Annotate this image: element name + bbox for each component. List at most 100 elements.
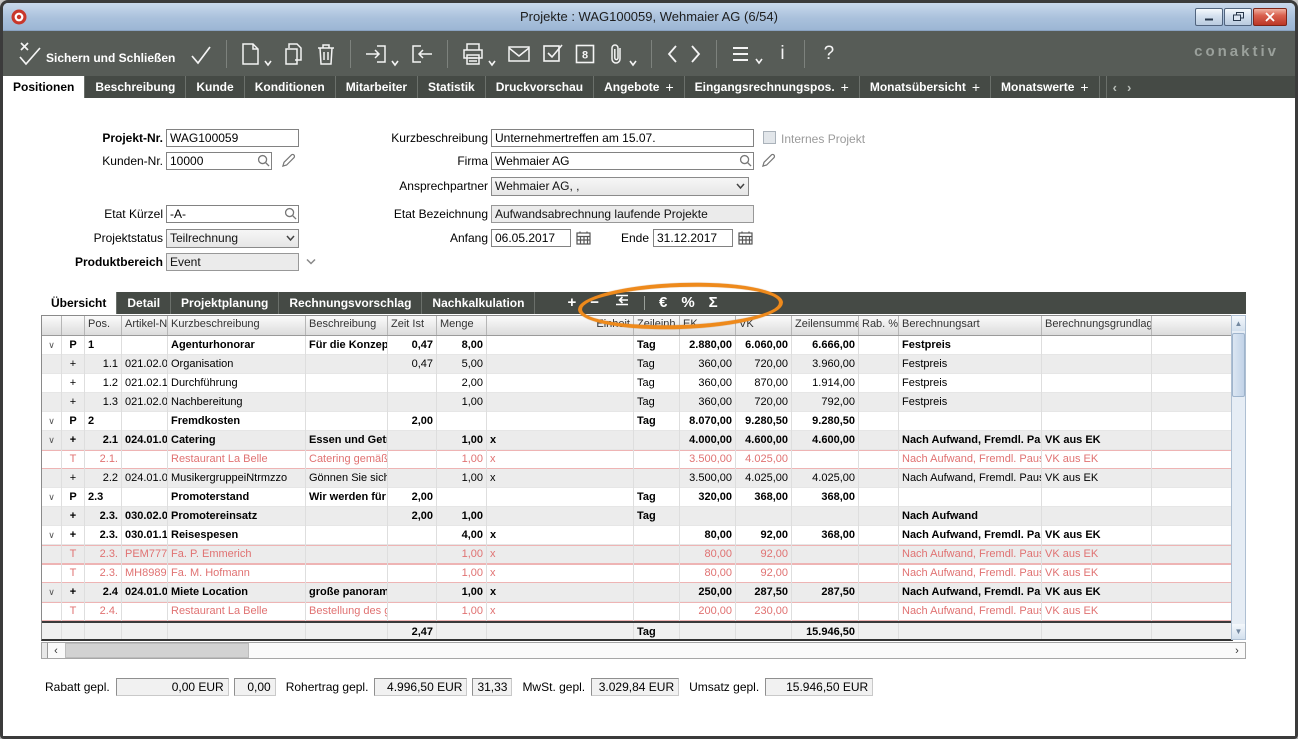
table-row[interactable]: ∨ P 1 Agenturhonorar Für die Konzept 0,47 8,00… (42, 336, 1232, 355)
table-row[interactable]: T2.3.MH898989Fa. M. Hofmann 1,00x 80,0092,… (42, 564, 1232, 583)
column-header-zeit-ist[interactable]: Zeit Ist (388, 316, 437, 335)
column-header-artikel-nr-[interactable]: Artikel-Nr. (122, 316, 168, 335)
projektstatus-select[interactable]: Teilrechnung (166, 229, 299, 248)
column-header-ek[interactable]: EK (680, 316, 736, 335)
tab-mitarbeiter[interactable]: Mitarbeiter (336, 76, 419, 98)
column-header-berechnungsgrundlage[interactable]: Berechnungsgrundlage (1042, 316, 1152, 335)
row-expand-icon[interactable]: ∨ (48, 340, 55, 350)
tab-statistik[interactable]: Statistik (418, 76, 486, 98)
save-and-close-button[interactable]: Sichern und Schließen (18, 41, 179, 67)
horizontal-scrollbar[interactable]: ‹ › (41, 642, 1246, 659)
table-row[interactable]: ∨ P 2.3 Promoterstand Wir werden für 2,00 Tag 3… (42, 488, 1232, 507)
delete-button[interactable] (315, 42, 337, 66)
vertical-scrollbar[interactable]: ▲ ▼ (1231, 315, 1246, 640)
table-row[interactable]: +2.2024.01.07MusikergruppeiNtrmzzoGönnen… (42, 469, 1232, 488)
row-expand-icon[interactable]: ∨ (48, 492, 55, 502)
row-expand-icon[interactable]: ∨ (48, 587, 55, 597)
sigma-button[interactable]: Σ (709, 293, 718, 313)
confirm-button[interactable] (189, 42, 213, 66)
subtab-übersicht[interactable]: Übersicht (41, 292, 118, 314)
tab-angebote[interactable]: Angebote + (594, 76, 685, 98)
horizontal-scroll-thumb[interactable] (65, 643, 249, 658)
email-button[interactable] (507, 43, 531, 65)
chevron-down-icon[interactable] (263, 59, 273, 67)
help-button[interactable]: ? (818, 43, 841, 65)
search-icon[interactable] (257, 154, 270, 167)
table-row[interactable]: +1.3021.02.09Nachbereitung1,00Tag360,007… (42, 393, 1232, 412)
import-button[interactable] (364, 42, 400, 66)
tab-eingangsrechnungspos-[interactable]: Eingangsrechnungspos. + (685, 76, 860, 98)
column-header-beschreibung[interactable]: Beschreibung (306, 316, 388, 335)
row-expand-icon[interactable]: ∨ (48, 530, 55, 540)
column-header-einheit[interactable]: Einheit (487, 316, 634, 335)
internes-projekt-checkbox[interactable] (763, 131, 776, 144)
euro-button[interactable]: € (659, 293, 667, 313)
column-header-menge[interactable]: Menge (437, 316, 487, 335)
row-expand-icon[interactable]: ∨ (48, 416, 55, 426)
edit-firma-button[interactable] (760, 152, 776, 168)
produktbereich-field[interactable]: Event (166, 253, 299, 271)
subtab-detail[interactable]: Detail (117, 292, 172, 314)
duplicate-button[interactable] (283, 42, 305, 66)
table-row[interactable]: +2.3.030.02.01Promotereinsatz 2,001,00 Tag… (42, 507, 1232, 526)
column-header-type[interactable] (62, 316, 85, 335)
table-row[interactable]: T2.1. Restaurant La BelleCatering gemäß d… (42, 450, 1232, 469)
edit-customer-button[interactable] (280, 152, 296, 168)
column-header-kurzbeschreibung[interactable]: Kurzbeschreibung (168, 316, 306, 335)
tab-add-icon[interactable]: + (841, 79, 849, 95)
ende-input[interactable] (653, 229, 733, 247)
percent-button[interactable]: % (681, 293, 694, 313)
column-header-expand[interactable] (42, 316, 62, 335)
tab-druckvorschau[interactable]: Druckvorschau (486, 76, 595, 98)
add-position-button[interactable]: + (567, 293, 576, 313)
scroll-right-icon[interactable]: › (1229, 645, 1245, 657)
projekt-nr-input[interactable] (166, 129, 299, 147)
attachments-button[interactable] (606, 42, 638, 66)
previous-record-button[interactable] (665, 43, 679, 65)
produktbereich-expand-button[interactable] (303, 254, 319, 270)
chevron-down-icon[interactable] (628, 59, 638, 67)
anfang-input[interactable] (491, 229, 571, 247)
table-row[interactable]: +1.1021.02.09Organisation 0,475,00 Tag360,… (42, 355, 1232, 374)
tab-scroll-right-icon[interactable]: › (1127, 80, 1131, 95)
next-record-button[interactable] (689, 43, 703, 65)
ende-calendar-button[interactable] (737, 230, 753, 246)
tab-add-icon[interactable]: + (665, 79, 673, 95)
column-header-zeilensumme[interactable]: Zeilensumme (792, 316, 859, 335)
new-record-button[interactable] (240, 42, 273, 66)
menu-button[interactable] (730, 44, 764, 64)
print-button[interactable] (461, 42, 497, 66)
firma-input[interactable] (491, 152, 754, 170)
ansprechpartner-select[interactable]: Wehmaier AG, , (491, 177, 749, 196)
minimize-button[interactable] (1195, 7, 1223, 26)
tab-add-icon[interactable]: + (1080, 79, 1088, 95)
column-header-rab-[interactable]: Rab. % (859, 316, 899, 335)
info-button[interactable]: i (774, 43, 790, 65)
column-header-extra[interactable] (1152, 316, 1232, 335)
table-row[interactable]: ∨ +2.3.030.01.11Reisespesen 4,00x 80,0092,0… (42, 526, 1232, 545)
indent-position-button[interactable] (613, 293, 630, 313)
table-row[interactable]: T 2.4. Restaurant La Belle Bestellung des g… (42, 602, 1232, 621)
tab-add-icon[interactable]: + (972, 79, 980, 95)
table-row[interactable]: +1.2021.02.10Durchführung 2,00 Tag360,0087… (42, 374, 1232, 393)
scroll-left-icon[interactable]: ‹ (48, 645, 64, 657)
table-row[interactable]: T2.3.PEM77789Fa. P. Emmerich 1,00x 80,0092… (42, 545, 1232, 564)
search-icon[interactable] (739, 154, 752, 167)
tab-konditionen[interactable]: Konditionen (245, 76, 336, 98)
column-header-pos-[interactable]: Pos. (85, 316, 122, 335)
vertical-scroll-thumb[interactable] (1232, 333, 1245, 397)
table-row[interactable]: ∨ P 2 Fremdkosten 2,00 Tag 8.070,00 9.280,50 9.2… (42, 412, 1232, 431)
table-sum-row[interactable]: 2,47 Tag 15.946,50 (42, 621, 1232, 639)
calendar-8-button[interactable]: 8 (574, 43, 596, 65)
kurzbeschreibung-input[interactable] (491, 129, 754, 147)
column-header-vk[interactable]: VK (736, 316, 792, 335)
remove-position-button[interactable]: − (590, 293, 599, 313)
subtab-projektplanung[interactable]: Projektplanung (171, 292, 280, 314)
export-button[interactable] (410, 42, 434, 66)
column-header-zeileinh-[interactable]: Zeileinh. (634, 316, 680, 335)
close-button[interactable] (1253, 7, 1287, 26)
tasks-button[interactable] (541, 42, 564, 65)
search-icon[interactable] (284, 207, 297, 220)
chevron-down-icon[interactable] (487, 59, 497, 67)
tab-beschreibung[interactable]: Beschreibung (85, 76, 187, 98)
